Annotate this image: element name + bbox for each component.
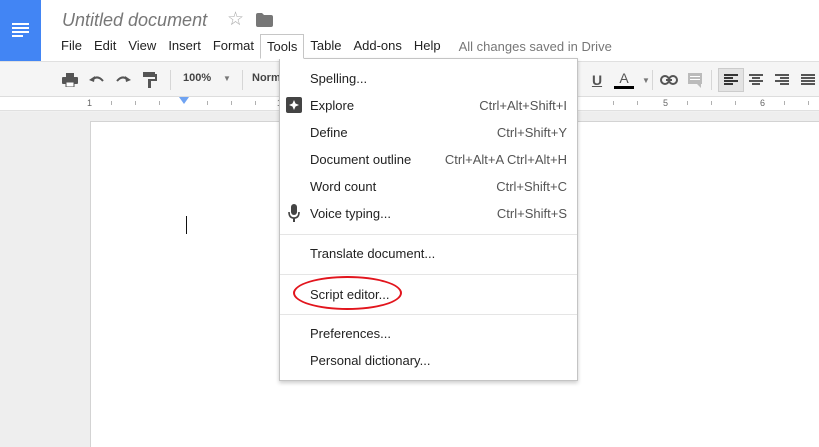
align-justify-icon[interactable]	[798, 70, 818, 90]
microphone-icon	[286, 204, 302, 222]
menu-item-personal-dictionary[interactable]: Personal dictionary...	[280, 347, 577, 374]
folder-icon[interactable]	[256, 13, 273, 27]
menu-insert[interactable]: Insert	[162, 34, 207, 58]
comment-icon[interactable]	[685, 70, 705, 90]
menu-item-define[interactable]: Define Ctrl+Shift+Y	[280, 119, 577, 146]
menu-file[interactable]: File	[55, 34, 88, 58]
menu-edit[interactable]: Edit	[88, 34, 122, 58]
menu-item-shortcut: Ctrl+Shift+C	[496, 179, 567, 194]
save-status[interactable]: All changes saved in Drive	[459, 35, 612, 58]
menu-item-label: Document outline	[310, 152, 412, 167]
menu-item-shortcut: Ctrl+Alt+Shift+I	[479, 98, 567, 113]
menu-bar: File Edit View Insert Format Tools Table…	[55, 33, 612, 59]
top-bar: Untitled document ☆ File Edit View Inser…	[0, 0, 819, 62]
align-center-icon[interactable]	[746, 70, 766, 90]
menu-item-word-count[interactable]: Word count Ctrl+Shift+C	[280, 173, 577, 200]
menu-item-shortcut: Ctrl+Shift+Y	[496, 125, 567, 140]
menu-item-preferences[interactable]: Preferences...	[280, 320, 577, 347]
menu-item-document-outline[interactable]: Document outline Ctrl+Alt+A Ctrl+Alt+H	[280, 146, 577, 173]
highlight-ring	[293, 276, 402, 310]
paint-format-icon[interactable]	[140, 70, 160, 90]
ruler-label: 5	[663, 98, 669, 108]
menu-view[interactable]: View	[122, 34, 162, 58]
menu-divider	[280, 314, 577, 315]
zoom-select[interactable]: 100%	[183, 72, 211, 84]
menu-item-translate-document[interactable]: Translate document...	[280, 240, 577, 267]
text-color-caret-icon[interactable]: ▼	[636, 70, 656, 90]
menu-item-spelling[interactable]: Spelling...	[280, 65, 577, 92]
menu-item-shortcut: Ctrl+Shift+S	[496, 206, 567, 221]
menu-table[interactable]: Table	[304, 34, 347, 58]
docs-logo-icon[interactable]	[0, 0, 41, 61]
menu-item-label: Spelling...	[310, 71, 368, 86]
document-title[interactable]: Untitled document	[62, 10, 207, 31]
menu-divider	[280, 274, 577, 275]
menu-format[interactable]: Format	[207, 34, 260, 58]
print-icon[interactable]	[60, 70, 80, 90]
menu-item-label: Translate document...	[310, 246, 436, 261]
underline-icon[interactable]: U	[587, 70, 607, 90]
align-right-icon[interactable]	[772, 70, 792, 90]
undo-icon[interactable]	[87, 70, 107, 90]
ruler-label: 1	[87, 98, 93, 108]
explore-icon	[286, 97, 302, 113]
menu-item-label: Word count	[310, 179, 377, 194]
zoom-caret-icon[interactable]: ▼	[223, 74, 231, 83]
menu-item-label: Personal dictionary...	[310, 353, 431, 368]
menu-add-ons[interactable]: Add-ons	[347, 34, 407, 58]
menu-item-explore[interactable]: Explore Ctrl+Alt+Shift+I	[280, 92, 577, 119]
text-color-glyph: A	[619, 70, 629, 86]
menu-item-label: Explore	[310, 98, 355, 113]
menu-divider	[280, 234, 577, 235]
tools-menu: Spelling... Explore Ctrl+Alt+Shift+I Def…	[279, 58, 578, 381]
redo-icon[interactable]	[113, 70, 133, 90]
menu-item-label: Define	[310, 125, 348, 140]
underline-glyph: U	[591, 72, 603, 88]
text-cursor	[186, 216, 187, 234]
ruler-label: 6	[760, 98, 766, 108]
link-icon[interactable]	[659, 70, 679, 90]
menu-tools[interactable]: Tools	[260, 33, 305, 59]
star-icon[interactable]: ☆	[227, 9, 244, 31]
text-color-icon[interactable]: A	[614, 70, 634, 90]
menu-item-label: Voice typing...	[310, 206, 391, 221]
menu-item-shortcut: Ctrl+Alt+A Ctrl+Alt+H	[444, 152, 567, 167]
menu-help[interactable]: Help	[408, 34, 447, 58]
menu-item-voice-typing[interactable]: Voice typing... Ctrl+Shift+S	[280, 200, 577, 227]
menu-item-label: Preferences...	[310, 326, 391, 341]
style-select[interactable]: Norm	[252, 72, 281, 84]
align-left-icon[interactable]	[718, 68, 744, 92]
indent-marker-icon[interactable]	[179, 97, 189, 104]
